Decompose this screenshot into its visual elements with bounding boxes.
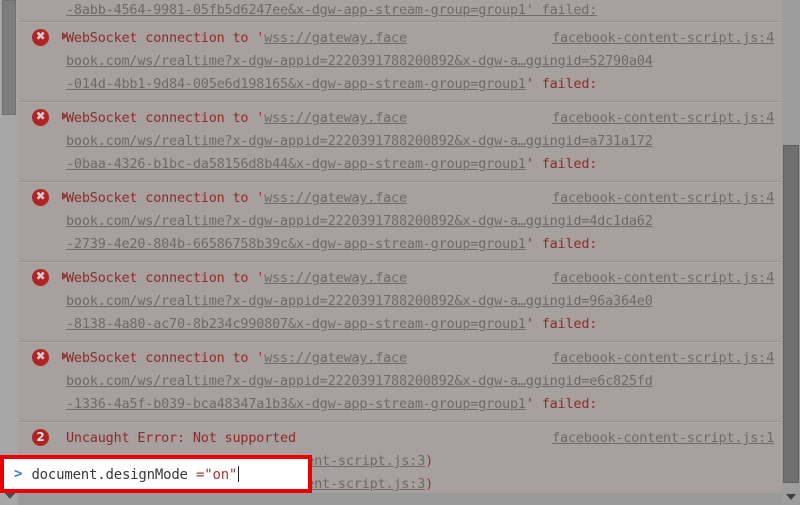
uncaught-error-title: Uncaught Error: Not supported	[66, 430, 296, 446]
message-prefix: WebSocket connection to '	[66, 110, 265, 126]
text-cursor	[238, 465, 240, 482]
url-part[interactable]: book.com/ws/realtime?x-dgw-appid=2220391…	[66, 133, 653, 149]
console-message-list: -8abb-4564-9981-05fb5d6247ee&x-dgw-app-s…	[18, 0, 782, 505]
url-close-quote: '	[525, 316, 534, 332]
error-circle-icon: ✖	[32, 269, 49, 286]
console-message-line-3: -8138-4a80-ac70-8b234c990807&x-dgw-app-s…	[66, 313, 774, 336]
console-message-line-1: facebook-content-script.js:4 WebSocket c…	[66, 27, 774, 50]
url-part[interactable]: book.com/ws/realtime?x-dgw-appid=2220391…	[66, 293, 653, 309]
console-message-row[interactable]: ✖ facebook-content-script.js:4 WebSocket…	[18, 262, 782, 342]
triangle-right-icon[interactable]	[62, 112, 68, 120]
console-message-line-1: facebook-content-script.js:4 WebSocket c…	[66, 267, 774, 290]
triangle-right-icon[interactable]	[62, 32, 68, 40]
error-circle-icon: ✖	[32, 109, 49, 126]
url-close-quote: '	[525, 76, 534, 92]
console-message-row[interactable]: ✖ facebook-content-script.js:4 WebSocket…	[18, 22, 782, 102]
url-close-quote: '	[525, 236, 534, 252]
console-message-row[interactable]: ✖ facebook-content-script.js:4 WebSocket…	[18, 342, 782, 422]
url-part[interactable]: wss://gateway.face	[264, 110, 407, 126]
message-status: failed:	[541, 396, 598, 412]
left-gutter	[0, 0, 18, 505]
console-message-line-1: facebook-content-script.js:4 WebSocket c…	[66, 187, 774, 210]
console-message-line-2: book.com/ws/realtime?x-dgw-appid=2220391…	[66, 130, 774, 153]
message-status: failed:	[541, 156, 598, 172]
url-close-quote: '	[525, 156, 534, 172]
input-code-string: ="on"	[196, 466, 238, 483]
console-message-line-1: facebook-content-script.js:4 WebSocket c…	[66, 107, 774, 130]
console-message-line-3: -014d-4bb1-9d84-005e6d198165&x-dgw-app-s…	[66, 73, 774, 96]
triangle-right-icon[interactable]	[62, 352, 68, 360]
console-message-line-3: -0baa-4326-b1bc-da58156d8b44&x-dgw-app-s…	[66, 153, 774, 176]
url-part[interactable]: -0baa-4326-b1bc-da58156d8b44&x-dgw-app-s…	[66, 156, 526, 172]
message-status: failed:	[541, 316, 598, 332]
vertical-scrollbar-right[interactable]	[782, 0, 800, 505]
vertical-scrollbar-left-thumb[interactable]	[2, 0, 16, 115]
triangle-right-icon[interactable]	[62, 192, 68, 200]
url-part[interactable]: book.com/ws/realtime?x-dgw-appid=2220391…	[66, 53, 653, 69]
url-part[interactable]: wss://gateway.face	[264, 30, 407, 46]
console-prompt-input[interactable]: > document.designMode ="on"	[4, 459, 308, 489]
uncaught-error-title-line: facebook-content-script.js:1 Uncaught Er…	[66, 427, 774, 450]
url-part[interactable]: wss://gateway.face	[264, 190, 407, 206]
console-message-partial[interactable]: -8abb-4564-9981-05fb5d6247ee&x-dgw-app-s…	[18, 0, 782, 22]
console-input-text[interactable]: document.designMode ="on"	[31, 465, 240, 483]
url-part[interactable]: -014d-4bb1-9d84-005e6d198165&x-dgw-app-s…	[66, 76, 526, 92]
error-circle-icon: ✖	[32, 189, 49, 206]
message-prefix: WebSocket connection to '	[66, 270, 265, 286]
error-circle-icon: ✖	[32, 349, 49, 366]
error-circle-icon: ✖	[32, 29, 49, 46]
console-output-panel[interactable]: -8abb-4564-9981-05fb5d6247ee&x-dgw-app-s…	[18, 0, 782, 505]
console-message-line-2: book.com/ws/realtime?x-dgw-appid=2220391…	[66, 370, 774, 393]
message-status: failed:	[541, 76, 598, 92]
url-part[interactable]: -8138-4a80-ac70-8b234c990807&x-dgw-app-s…	[66, 316, 526, 332]
error-count-badge: 2	[32, 429, 49, 446]
console-message-line-3: -1336-4a5f-b039-bca48347a1b3&x-dgw-app-s…	[66, 393, 774, 416]
source-link[interactable]: facebook-content-script.js:4	[552, 107, 774, 130]
console-message-line-2: book.com/ws/realtime?x-dgw-appid=2220391…	[66, 210, 774, 233]
partial-url-text[interactable]: -8abb-4564-9981-05fb5d6247ee&x-dgw-app-s…	[66, 2, 597, 18]
message-prefix: WebSocket connection to '	[66, 190, 265, 206]
console-prompt-highlight-box: > document.designMode ="on"	[0, 455, 312, 493]
url-part[interactable]: -2739-4e20-804b-66586758b39c&x-dgw-app-s…	[66, 236, 526, 252]
console-bottom-strip	[18, 493, 800, 505]
prompt-caret-icon: >	[14, 466, 23, 482]
console-message-line-2: book.com/ws/realtime?x-dgw-appid=2220391…	[66, 50, 774, 73]
input-code-head: document.designMode	[31, 466, 197, 483]
source-link[interactable]: facebook-content-script.js:1	[552, 427, 774, 450]
source-link[interactable]: facebook-content-script.js:4	[552, 187, 774, 210]
url-close-quote: '	[525, 396, 534, 412]
source-link[interactable]: facebook-content-script.js:4	[552, 347, 774, 370]
console-message-row[interactable]: ✖ facebook-content-script.js:4 WebSocket…	[18, 102, 782, 182]
console-message-line-1: facebook-content-script.js:4 WebSocket c…	[66, 347, 774, 370]
message-status: failed:	[541, 236, 598, 252]
stack-frame-suffix: )	[425, 453, 434, 469]
message-prefix: WebSocket connection to '	[66, 30, 265, 46]
scroll-down-arrow-icon[interactable]	[786, 494, 796, 500]
console-message-line-3: -2739-4e20-804b-66586758b39c&x-dgw-app-s…	[66, 233, 774, 256]
triangle-right-icon[interactable]	[62, 272, 68, 280]
url-part[interactable]: wss://gateway.face	[264, 350, 407, 366]
url-part[interactable]: -1336-4a5f-b039-bca48347a1b3&x-dgw-app-s…	[66, 396, 526, 412]
url-part[interactable]: book.com/ws/realtime?x-dgw-appid=2220391…	[66, 373, 653, 389]
vertical-scrollbar-right-thumb[interactable]	[783, 145, 799, 483]
message-prefix: WebSocket connection to '	[66, 350, 265, 366]
devtools-console-window: -8abb-4564-9981-05fb5d6247ee&x-dgw-app-s…	[0, 0, 800, 505]
console-message-row[interactable]: ✖ facebook-content-script.js:4 WebSocket…	[18, 182, 782, 262]
stack-frame-suffix: )	[425, 476, 434, 492]
console-message-line-2: book.com/ws/realtime?x-dgw-appid=2220391…	[66, 290, 774, 313]
source-link[interactable]: facebook-content-script.js:4	[552, 27, 774, 50]
url-part[interactable]: book.com/ws/realtime?x-dgw-appid=2220391…	[66, 213, 653, 229]
source-link[interactable]: facebook-content-script.js:4	[552, 267, 774, 290]
url-part[interactable]: wss://gateway.face	[264, 270, 407, 286]
